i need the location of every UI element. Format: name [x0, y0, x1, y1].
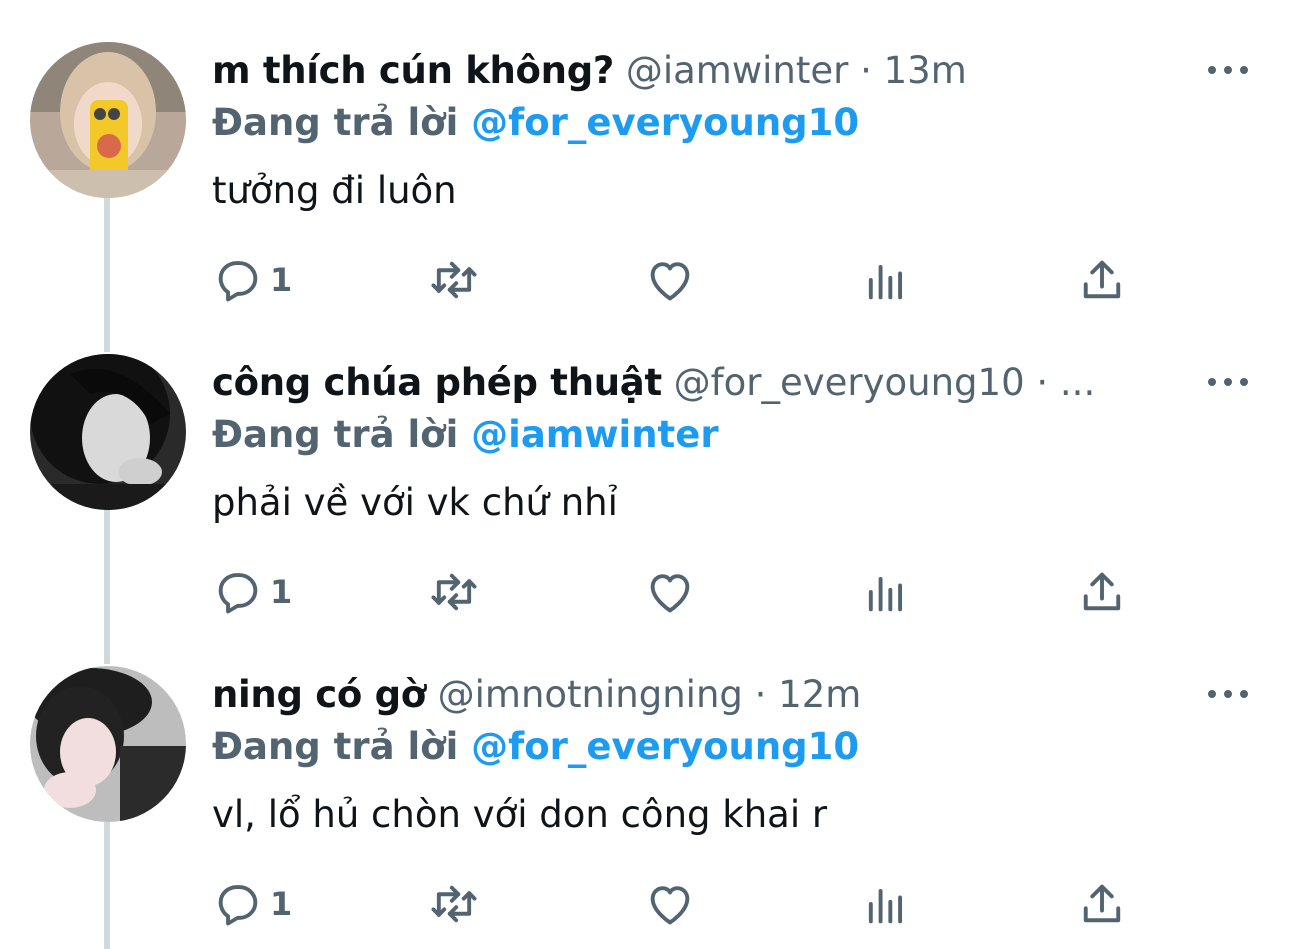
replying-to-label: Đang trả lời — [212, 101, 459, 144]
replying-to-mention-link[interactable]: @iamwinter — [471, 413, 718, 456]
separator-dot: · — [754, 673, 767, 716]
replying-to-line: Đang trả lời @for_everyoung10 — [212, 720, 859, 774]
like-button[interactable] — [644, 874, 696, 934]
reply-bubble-icon — [218, 573, 258, 614]
avatar[interactable] — [30, 666, 186, 822]
reply-bubble-icon — [218, 885, 258, 926]
more-options-button[interactable] — [1208, 56, 1248, 84]
display-name[interactable]: m thích cún không? — [212, 49, 614, 92]
tweet-header: m thích cún không? @iamwinter · 13m — [212, 44, 1172, 98]
reply-count: 1 — [270, 885, 293, 923]
share-upload-icon — [1083, 572, 1121, 611]
heart-icon — [650, 574, 690, 613]
reply-bubble-icon — [218, 261, 258, 302]
more-horizontal-icon — [1208, 690, 1216, 698]
share-button[interactable] — [1076, 562, 1128, 622]
more-horizontal-icon — [1208, 378, 1216, 386]
user-handle[interactable]: @for_everyoung10 — [674, 361, 1025, 404]
display-name[interactable]: ning có gờ — [212, 673, 426, 716]
reply-count: 1 — [270, 261, 293, 299]
more-horizontal-icon — [1240, 378, 1248, 386]
views-button[interactable] — [860, 874, 912, 934]
more-horizontal-icon — [1208, 66, 1216, 74]
share-upload-icon — [1083, 260, 1121, 299]
tweet-text: tưởng đi luôn — [212, 169, 457, 212]
separator-dot: · — [1036, 361, 1049, 404]
tweet-header: ning có gờ @imnotningning · 12m — [212, 668, 1172, 722]
share-button[interactable] — [1076, 250, 1128, 310]
more-options-button[interactable] — [1208, 368, 1248, 396]
retweet-button[interactable] — [428, 250, 480, 310]
replying-to-label: Đang trả lời — [212, 725, 459, 768]
tweet-header: công chúa phép thuật @for_everyoung10 · … — [212, 356, 1172, 410]
more-horizontal-icon — [1240, 66, 1248, 74]
replying-to-line: Đang trả lời @for_everyoung10 — [212, 96, 859, 150]
avatar-image — [30, 666, 186, 822]
tweet[interactable]: ning có gờ @imnotningning · 12m Đang trả… — [0, 624, 1290, 936]
tweet-text: vl, lổ hủ chòn với don công khai r — [212, 793, 828, 836]
heart-icon — [650, 886, 690, 925]
reply-button[interactable]: 1 — [212, 874, 292, 934]
tweet-actions-bar: 1 — [212, 250, 1132, 310]
views-button[interactable] — [860, 562, 912, 622]
timestamp[interactable]: ... — [1060, 361, 1095, 404]
avatar[interactable] — [30, 354, 186, 510]
like-button[interactable] — [644, 562, 696, 622]
heart-icon — [650, 262, 690, 301]
replying-to-mention-link[interactable]: @for_everyoung10 — [471, 725, 859, 768]
share-button[interactable] — [1076, 874, 1128, 934]
reply-count: 1 — [270, 573, 293, 611]
avatar-image — [30, 354, 186, 510]
like-button[interactable] — [644, 250, 696, 310]
replying-to-mention-link[interactable]: @for_everyoung10 — [471, 101, 859, 144]
more-horizontal-icon — [1224, 66, 1232, 74]
reply-button[interactable]: 1 — [212, 562, 292, 622]
retweet-icon — [431, 885, 477, 923]
tweet-actions-bar: 1 — [212, 874, 1132, 934]
display-name[interactable]: công chúa phép thuật — [212, 361, 662, 404]
retweet-icon — [431, 261, 477, 299]
views-button[interactable] — [860, 250, 912, 310]
more-horizontal-icon — [1224, 690, 1232, 698]
more-options-button[interactable] — [1208, 680, 1248, 708]
user-handle[interactable]: @imnotningning — [438, 673, 743, 716]
retweet-button[interactable] — [428, 562, 480, 622]
timestamp[interactable]: 12m — [778, 673, 861, 716]
avatar-image — [30, 42, 186, 198]
reply-button[interactable]: 1 — [212, 250, 292, 310]
share-upload-icon — [1083, 884, 1121, 923]
tweet-actions-bar: 1 — [212, 562, 1132, 622]
retweet-icon — [431, 573, 477, 611]
replying-to-label: Đang trả lời — [212, 413, 459, 456]
views-bar-chart-icon — [868, 265, 903, 300]
tweet[interactable]: công chúa phép thuật @for_everyoung10 · … — [0, 312, 1290, 624]
tweet-text: phải về với vk chứ nhỉ — [212, 481, 618, 524]
views-bar-chart-icon — [868, 577, 903, 612]
tweet[interactable]: m thích cún không? @iamwinter · 13m Đang… — [0, 0, 1290, 312]
more-horizontal-icon — [1240, 690, 1248, 698]
views-bar-chart-icon — [868, 889, 903, 924]
avatar[interactable] — [30, 42, 186, 198]
replying-to-line: Đang trả lời @iamwinter — [212, 408, 719, 462]
separator-dot: · — [860, 49, 872, 92]
user-handle[interactable]: @iamwinter — [626, 49, 848, 92]
timestamp[interactable]: 13m — [884, 49, 967, 92]
retweet-button[interactable] — [428, 874, 480, 934]
more-horizontal-icon — [1224, 378, 1232, 386]
